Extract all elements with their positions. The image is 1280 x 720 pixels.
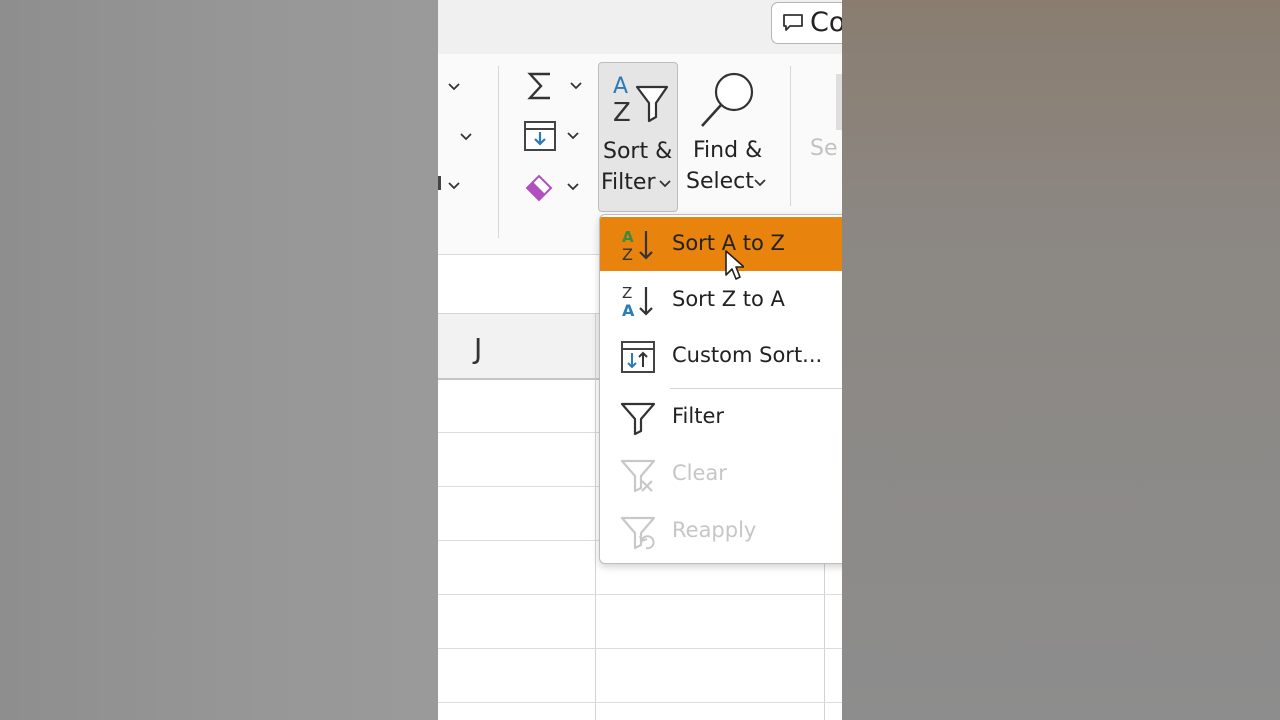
sort-filter-button[interactable]: A Z Sort & Filter bbox=[598, 62, 678, 212]
left-backdrop bbox=[0, 0, 438, 720]
grid-column-line bbox=[595, 314, 596, 720]
grid-row-line bbox=[438, 702, 842, 703]
filter-icon bbox=[620, 402, 656, 436]
menu-item-sort-a-to-z[interactable]: A Z Sort A to Z bbox=[600, 217, 842, 271]
svg-text:Z: Z bbox=[622, 284, 632, 302]
chevron-down-icon bbox=[754, 179, 766, 187]
sort-filter-label-line2: Filter bbox=[601, 170, 656, 195]
clear-filter-icon bbox=[620, 459, 656, 493]
menu-item-reapply[interactable]: Reapply bbox=[600, 504, 842, 558]
chevron-down-icon[interactable] bbox=[447, 82, 461, 92]
svg-text:A: A bbox=[622, 228, 634, 246]
sort-filter-menu: A Z Sort A to Z Z A Sort Z to A Custom S… bbox=[599, 214, 842, 564]
menu-item-label: Custom Sort... bbox=[672, 343, 823, 367]
mouse-pointer-icon bbox=[725, 250, 744, 280]
ribbon-separator bbox=[498, 66, 499, 238]
menu-separator bbox=[670, 388, 842, 389]
autosum-icon[interactable] bbox=[526, 70, 554, 102]
reapply-filter-icon bbox=[620, 516, 656, 550]
right-backdrop bbox=[842, 0, 1280, 720]
comments-button[interactable]: Co bbox=[771, 2, 842, 44]
comments-label: Co bbox=[810, 7, 842, 38]
menu-item-clear[interactable]: Clear bbox=[600, 447, 842, 501]
chevron-down-icon[interactable] bbox=[569, 81, 583, 91]
sensitivity-icon-fragment bbox=[836, 74, 842, 130]
chevron-down-icon[interactable] bbox=[566, 131, 580, 141]
comment-icon bbox=[783, 14, 803, 31]
column-header-j[interactable]: J bbox=[474, 332, 482, 365]
chevron-down-icon[interactable] bbox=[447, 181, 461, 191]
fill-icon[interactable] bbox=[523, 120, 557, 152]
sort-z-to-a-icon: Z A bbox=[622, 284, 653, 319]
ribbon-separator bbox=[790, 66, 791, 206]
grid-row-line bbox=[438, 648, 842, 649]
find-select-label-line2: Select bbox=[686, 169, 754, 194]
menu-item-label: Filter bbox=[672, 404, 725, 428]
chevron-down-icon[interactable] bbox=[459, 132, 473, 142]
svg-text:A: A bbox=[613, 74, 628, 99]
grid-row-line bbox=[438, 594, 842, 595]
svg-text:A: A bbox=[622, 301, 635, 319]
find-select-button[interactable]: Find & Select bbox=[684, 62, 770, 212]
find-select-label-line1: Find & bbox=[693, 138, 763, 163]
chevron-down-icon bbox=[659, 180, 671, 188]
custom-sort-icon bbox=[621, 341, 655, 373]
excel-window: Co A Z Sort & Filter Find & Select Se J … bbox=[438, 0, 842, 720]
truncated-label-fragment bbox=[438, 176, 441, 190]
eraser-icon[interactable] bbox=[523, 170, 555, 202]
svg-text:Z: Z bbox=[613, 98, 631, 128]
chevron-down-icon[interactable] bbox=[566, 182, 580, 192]
menu-item-label: Clear bbox=[672, 461, 727, 485]
menu-item-label: Reapply bbox=[672, 518, 757, 542]
sort-a-to-z-icon: A Z bbox=[622, 228, 653, 263]
title-bar: Co bbox=[438, 0, 842, 54]
menu-item-label: Sort Z to A bbox=[672, 287, 785, 311]
svg-text:Z: Z bbox=[622, 245, 633, 263]
menu-item-sort-z-to-a[interactable]: Z A Sort Z to A bbox=[600, 273, 842, 327]
magnifier-icon bbox=[701, 72, 754, 127]
menu-item-filter[interactable]: Filter bbox=[600, 390, 842, 444]
sort-filter-icon: A Z bbox=[613, 74, 669, 128]
sort-filter-label-line1: Sort & bbox=[603, 139, 673, 164]
sensitivity-label-partial: Se bbox=[810, 136, 838, 161]
menu-item-custom-sort[interactable]: Custom Sort... bbox=[600, 329, 842, 383]
